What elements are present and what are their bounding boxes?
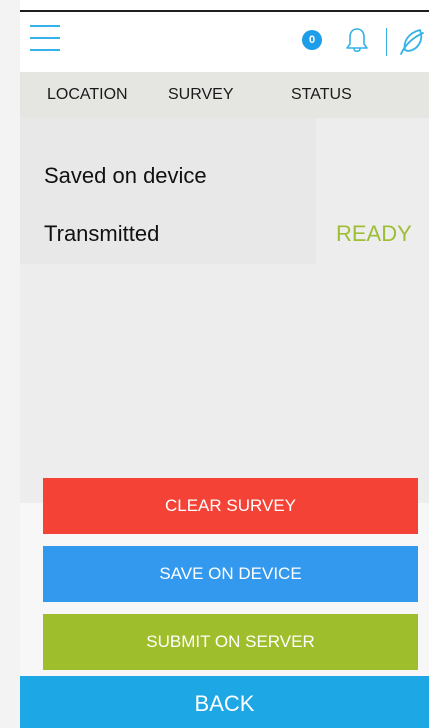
tab-bar: LOCATION SURVEY STATUS <box>20 72 429 118</box>
left-side-strip <box>0 0 20 728</box>
back-button[interactable]: BACK <box>20 676 429 728</box>
transmitted-label: Transmitted <box>44 221 160 246</box>
tab-survey[interactable]: SURVEY <box>168 72 234 118</box>
clear-survey-button[interactable]: CLEAR SURVEY <box>43 478 418 534</box>
save-on-device-button[interactable]: SAVE ON DEVICE <box>43 546 418 602</box>
menu-icon[interactable] <box>30 25 60 51</box>
submit-on-server-button[interactable]: SUBMIT ON SERVER <box>43 614 418 670</box>
app-screen: 0 LOCATION SURVEY STATUS Saved on device… <box>20 0 429 728</box>
tab-location[interactable]: LOCATION <box>47 72 128 118</box>
bell-icon[interactable] <box>343 26 371 56</box>
saved-on-device-label: Saved on device <box>44 163 207 188</box>
tab-status[interactable]: STATUS <box>291 72 352 118</box>
ready-status-text: READY <box>336 221 412 246</box>
leaf-icon[interactable] <box>396 26 429 58</box>
app-header: 0 <box>20 12 429 66</box>
notification-count-badge: 0 <box>302 30 322 50</box>
header-icon-divider <box>386 28 387 56</box>
